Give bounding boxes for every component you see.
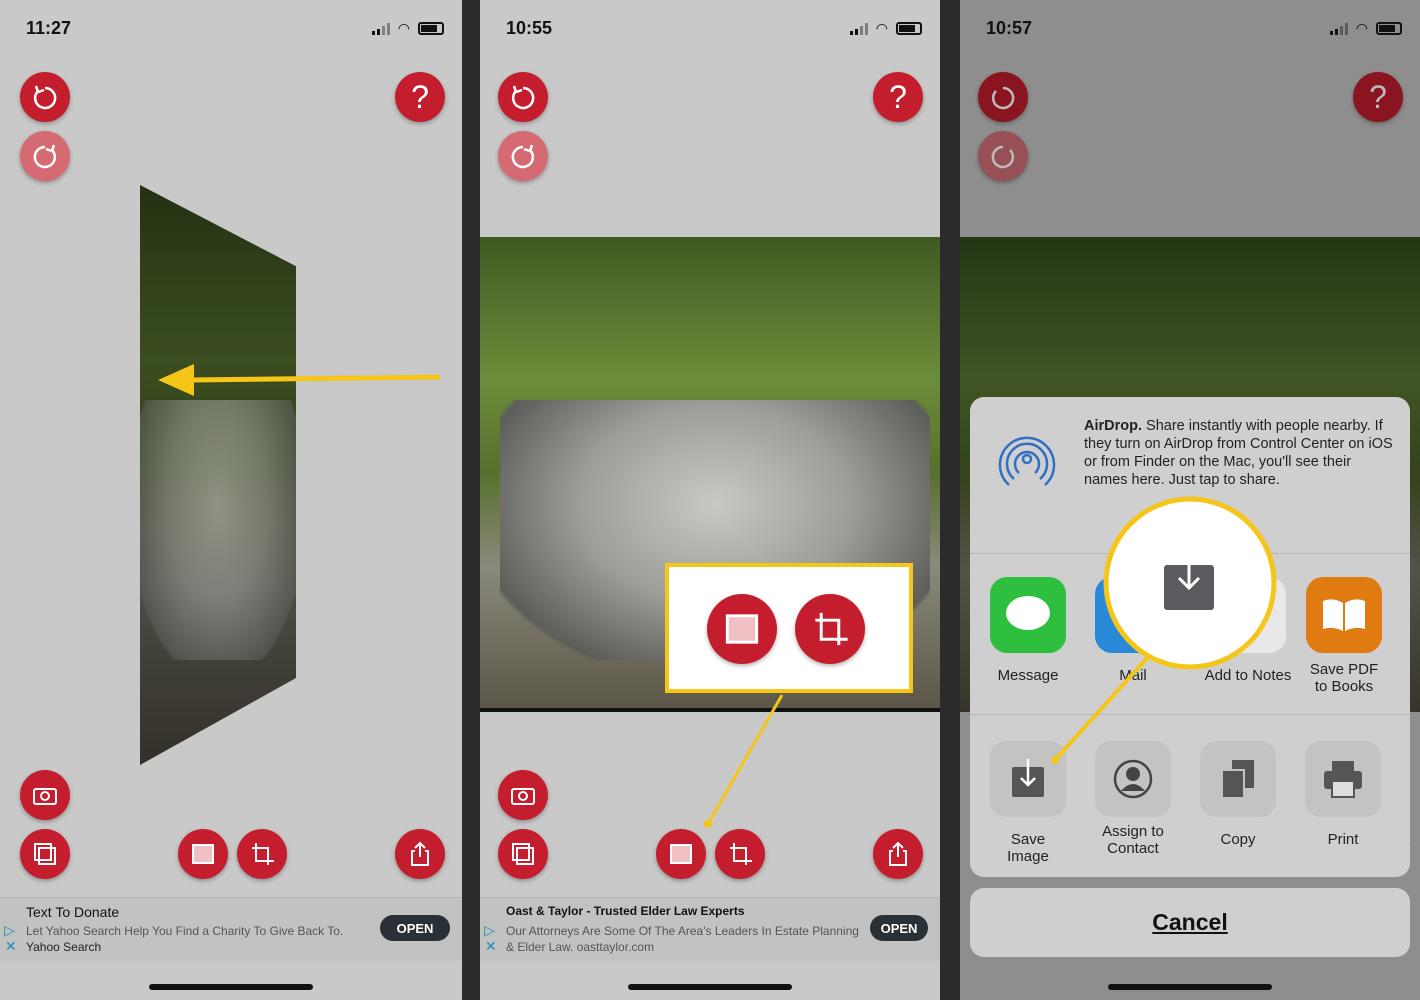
ad-open-button[interactable]: OPEN	[870, 915, 928, 941]
undo-button[interactable]	[20, 72, 70, 122]
home-indicator	[628, 984, 792, 990]
frame-button[interactable]	[656, 829, 706, 879]
camera-button[interactable]	[20, 770, 70, 820]
adchoices-icon[interactable]: ▷	[4, 922, 15, 939]
car-image	[140, 400, 296, 660]
frame-icon	[192, 844, 214, 864]
home-indicator	[1108, 984, 1272, 990]
status-time: 10:55	[506, 18, 553, 38]
gallery-button[interactable]	[20, 829, 70, 879]
ad-title: Text To Donate	[26, 904, 120, 920]
ad-open-button[interactable]: OPEN	[380, 915, 450, 941]
redo-button[interactable]	[20, 131, 70, 181]
ad-description: Our Attorneys Are Some Of The Area's Lea…	[506, 924, 859, 938]
redo-button[interactable]	[498, 131, 548, 181]
frame-button-zoomed	[707, 594, 777, 664]
close-ad-icon[interactable]: ✕	[485, 938, 497, 955]
home-indicator	[149, 984, 313, 990]
frame-button[interactable]	[178, 829, 228, 879]
photos-icon	[34, 843, 56, 865]
undo-icon	[511, 85, 535, 110]
camera-icon	[33, 788, 57, 805]
help-button[interactable]: ?	[873, 72, 923, 122]
cancel-button[interactable]: Cancel	[970, 888, 1410, 957]
share-button[interactable]	[873, 829, 923, 879]
frame-icon	[670, 844, 692, 864]
callout-line	[704, 694, 784, 828]
gallery-button[interactable]	[498, 829, 548, 879]
adchoices-icon[interactable]: ▷	[484, 922, 495, 939]
status-icons: ◠	[849, 20, 922, 37]
status-time: 11:27	[26, 18, 72, 38]
share-button[interactable]	[395, 829, 445, 879]
ad-source: Yahoo Search	[26, 940, 102, 954]
phone-screen-3: 10:57 ◠ ? AirDrop. Share instantly with …	[960, 0, 1420, 1000]
phone-screen-1: 11:27 ◠ ? ▷ ✕ Text To Donate Let Yahoo Se…	[0, 0, 462, 1000]
undo-button[interactable]	[498, 72, 548, 122]
share-icon	[411, 841, 429, 866]
magnifier-annotation	[1051, 496, 1277, 764]
crop-button[interactable]	[237, 829, 287, 879]
crop-icon	[730, 843, 752, 865]
ad-banner[interactable]: ▷ ✕ Oast & Taylor - Trusted Elder Law Exp…	[480, 897, 940, 961]
redo-icon	[33, 144, 57, 169]
crop-icon	[252, 843, 274, 865]
ad-title: Oast & Taylor - Trusted Elder Law Expert…	[506, 904, 745, 918]
ad-banner[interactable]: ▷ ✕ Text To Donate Let Yahoo Search Help …	[0, 897, 462, 961]
undo-icon	[33, 85, 57, 110]
phone-screen-2: 10:55 ◠ ? ▷ ✕ Oast & Taylor - Trusted Eld…	[480, 0, 940, 1000]
crop-button[interactable]	[715, 829, 765, 879]
yellow-arrow-annotation	[158, 364, 441, 396]
redo-icon	[511, 144, 535, 169]
ad-source: & Elder Law. oasttaylor.com	[506, 940, 655, 954]
share-icon	[889, 841, 907, 866]
camera-button[interactable]	[498, 770, 548, 820]
camera-icon	[511, 788, 535, 805]
photos-icon	[512, 843, 534, 865]
close-ad-icon[interactable]: ✕	[5, 938, 17, 955]
crop-button-zoomed	[795, 594, 865, 664]
help-button[interactable]: ?	[395, 72, 445, 122]
zoom-callout	[665, 563, 913, 693]
status-icons: ◠	[371, 20, 444, 37]
ad-description: Let Yahoo Search Help You Find a Charity…	[26, 924, 344, 938]
